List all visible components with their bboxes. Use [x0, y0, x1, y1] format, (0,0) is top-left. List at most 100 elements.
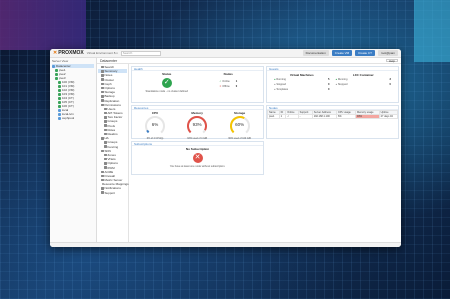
create-vm-button[interactable]: Create VM — [331, 50, 353, 56]
resource-tree: Server View Datacenter pve1 pve2 pve3 100 (V… — [50, 58, 97, 247]
gauge-value: 93% — [192, 122, 202, 127]
guest-count-row: ● Stopped 0 — [333, 82, 395, 87]
menu-icon — [101, 82, 104, 86]
menu-icon — [104, 153, 107, 157]
nodes-panel: Nodes Name ID Online Support Server Address C… — [266, 105, 399, 139]
guest-icon — [58, 88, 61, 92]
guest-icon — [58, 92, 61, 96]
guest-icon — [58, 104, 61, 108]
menu-icon — [101, 70, 104, 73]
table-cell: ✓ — [285, 114, 299, 119]
app-window: ✕ PROXMOX Virtual Environment 8.x Search … — [50, 49, 401, 247]
menu-icon — [101, 78, 104, 81]
help-button[interactable]: Help — [385, 59, 398, 63]
guests-panel: Guests Virtual Machines ● Running 5 ● Stop… — [266, 66, 399, 103]
menu-icon — [104, 162, 107, 165]
documentation-button[interactable]: Documentation — [302, 50, 329, 56]
guest-state-label: Stopped — [337, 83, 348, 86]
menu-icon — [104, 141, 107, 144]
guest-state-label: Stopped — [276, 83, 286, 86]
tree-view-selector[interactable]: Server View — [52, 59, 94, 63]
node-icon — [55, 72, 58, 76]
nodes-label: Nodes — [223, 72, 233, 76]
menu-icon — [101, 174, 104, 178]
table-cell: 192.168.1.100 — [311, 114, 338, 119]
guest-icon — [58, 100, 61, 104]
menu-icon — [104, 145, 107, 148]
menu-icon — [104, 128, 107, 132]
datacenter-menu: Search Summary Notes Cluster Ceph Options Stor… — [97, 64, 129, 247]
menu-icon — [101, 74, 104, 77]
health-panel: Health Status ✓ Standalone node - no clu… — [131, 66, 264, 103]
status-label: Status — [162, 72, 172, 76]
menu-icon — [101, 178, 104, 182]
resource-gauge: Storage 60% 60% used of 100 GiB — [228, 111, 251, 140]
menu-item-label: Support — [104, 190, 116, 195]
menu-icon — [104, 116, 107, 119]
subscriptions-panel: Subscriptions No Subscription ✕ You have… — [131, 141, 264, 175]
guest-count: 0 — [389, 83, 391, 86]
table-cell: 1 — [278, 114, 287, 119]
menu-icon — [104, 124, 107, 127]
table-row[interactable]: pve1 1 ✓ -192.168.1.100 6% 93% 27 days 04 — [267, 114, 399, 119]
menu-icon — [104, 157, 107, 161]
guest-state-label: Running — [276, 78, 286, 81]
subscription-heading: No Subscription — [185, 147, 210, 151]
offline-count: 0 — [235, 85, 238, 88]
menu-icon — [104, 132, 107, 136]
menu-icon — [101, 170, 104, 174]
datacenter-icon — [52, 64, 55, 68]
menu-icon — [101, 65, 104, 69]
logo: ✕ PROXMOX — [53, 50, 84, 56]
error-icon: ✕ — [192, 153, 203, 163]
subscription-text: You have at least one node without subsc… — [169, 165, 226, 168]
storage-icon — [58, 108, 61, 112]
menu-icon — [104, 111, 107, 115]
status-text: Standalone node - no cluster defined — [145, 90, 188, 93]
menu-item[interactable]: Support — [98, 191, 127, 195]
tree-item-label: cephpool — [62, 116, 75, 120]
search-input[interactable]: Search — [120, 50, 161, 56]
guest-icon — [58, 80, 61, 84]
menu-icon — [101, 86, 104, 90]
menu-icon — [104, 107, 107, 111]
gauge-subtext: 93% used of 4 GiB — [187, 137, 208, 140]
decorative-stripe — [414, 0, 450, 62]
menu-icon — [101, 95, 104, 98]
menu-icon — [101, 149, 104, 153]
status-bar[interactable] — [50, 242, 401, 247]
menu-icon — [101, 187, 104, 190]
menu-icon — [104, 166, 107, 169]
table-cell: pve1 — [267, 114, 280, 119]
menu-icon — [101, 99, 104, 102]
guest-icon — [58, 84, 61, 88]
menu-icon — [101, 90, 104, 94]
online-label: Online — [222, 80, 230, 83]
guest-count: 5 — [328, 78, 330, 81]
gauge-subtext: 6% of 4 CPU(s) — [146, 137, 164, 140]
top-bar: ✕ PROXMOX Virtual Environment 8.x Search … — [50, 49, 401, 58]
guest-icon — [58, 96, 61, 100]
table-cell: 93% — [355, 114, 380, 119]
tree-item[interactable]: cephpool — [52, 116, 94, 120]
version-label: Virtual Environment 8.x — [86, 51, 118, 55]
node-icon — [55, 68, 58, 72]
resources-panel: Resources CPU 6% 6% of 4 CPU(s) Memory 93% 93… — [131, 105, 264, 140]
gauge-value: 60% — [235, 122, 245, 127]
resource-gauge: CPU 6% 6% of 4 CPU(s) — [144, 111, 166, 140]
nodes-table: Name ID Online Support Server Address CPU usa… — [267, 110, 399, 119]
table-cell: - — [297, 114, 313, 119]
menu-icon — [101, 191, 104, 194]
guest-count: 0 — [328, 88, 330, 91]
guest-count: 0 — [328, 83, 330, 86]
page-title: Datacenter — [100, 59, 118, 63]
decorative-stripe — [0, 0, 86, 50]
table-cell: 27 days 04 — [378, 114, 399, 119]
user-menu-button[interactable]: root@pam — [377, 50, 398, 56]
create-ct-button[interactable]: Create CT — [355, 50, 375, 56]
guest-count-row: ● Templates 0 — [271, 87, 333, 92]
resource-gauge: Memory 93% 93% used of 4 GiB — [186, 111, 208, 140]
guest-count: 3 — [389, 78, 391, 81]
storage-icon — [58, 112, 61, 116]
menu-icon — [101, 103, 104, 107]
